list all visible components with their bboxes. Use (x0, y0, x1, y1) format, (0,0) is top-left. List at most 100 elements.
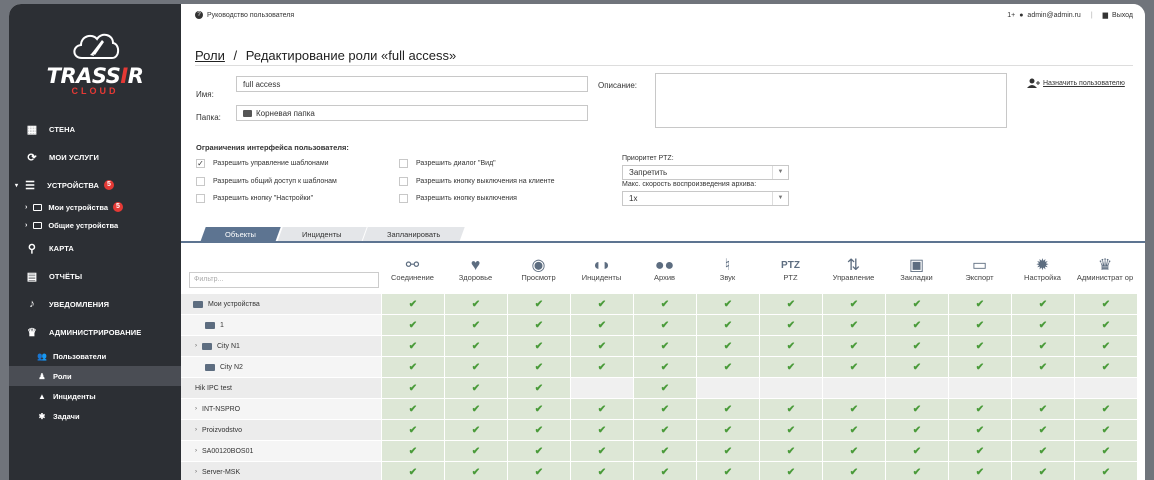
perm-cell[interactable]: ✔ (1074, 462, 1137, 480)
perm-cell[interactable]: ✔ (759, 441, 822, 461)
row-name[interactable]: Мои устройства (181, 294, 381, 314)
help-link[interactable]: ? Руководство пользователя (195, 11, 294, 19)
perm-cell[interactable]: ✔ (633, 399, 696, 419)
perm-cell[interactable] (759, 378, 822, 398)
row-name[interactable]: 1 (181, 315, 381, 335)
checkbox-templates[interactable]: ✓ Разрешить управление шаблонами (196, 159, 329, 168)
perm-cell[interactable]: ✔ (507, 336, 570, 356)
nav-map[interactable]: ⚲ КАРТА (9, 234, 181, 262)
perm-cell[interactable]: ✔ (1011, 357, 1074, 377)
perm-cell[interactable]: ✔ (1011, 294, 1074, 314)
filter-input[interactable]: Фильтр... (189, 272, 379, 288)
perm-cell[interactable]: ✔ (507, 462, 570, 480)
perm-cell[interactable]: ✔ (381, 420, 444, 440)
checkbox-shared-templates[interactable]: Разрешить общий доступ к шаблонам (196, 177, 337, 186)
perm-cell[interactable] (1074, 378, 1137, 398)
perm-cell[interactable]: ✔ (633, 294, 696, 314)
perm-cell[interactable]: ✔ (885, 336, 948, 356)
perm-cell[interactable]: ✔ (822, 399, 885, 419)
folder-field[interactable]: Корневая папка (236, 105, 588, 121)
perm-cell[interactable]: ✔ (822, 357, 885, 377)
perm-cell[interactable]: ✔ (759, 294, 822, 314)
perm-cell[interactable]: ✔ (948, 336, 1011, 356)
nav-devices[interactable]: ▾ ☰ УСТРОЙСТВА 5 (9, 172, 181, 198)
perm-cell[interactable]: ✔ (948, 462, 1011, 480)
perm-cell[interactable]: ✔ (948, 357, 1011, 377)
perm-cell[interactable]: ✔ (507, 378, 570, 398)
perm-cell[interactable]: ✔ (570, 462, 633, 480)
perm-cell[interactable]: ✔ (633, 315, 696, 335)
checkbox-view-dialog[interactable]: Разрешить диалог "Вид" (399, 159, 496, 168)
perm-cell[interactable]: ✔ (822, 420, 885, 440)
perm-cell[interactable]: ✔ (1074, 420, 1137, 440)
nav-roles[interactable]: ♟ Роли (9, 366, 181, 386)
perm-cell[interactable]: ✔ (444, 315, 507, 335)
perm-cell[interactable]: ✔ (885, 357, 948, 377)
checkbox-shared-templates-box[interactable] (196, 177, 205, 186)
perm-cell[interactable]: ✔ (381, 336, 444, 356)
chevron-right-icon[interactable]: › (195, 448, 197, 454)
col-sound[interactable]: ♮ Звук (696, 248, 759, 283)
checkbox-shutdown-box[interactable] (399, 194, 408, 203)
row-name[interactable]: › Server-MSK (181, 462, 381, 480)
nav-tasks[interactable]: ✱ Задачи (9, 406, 181, 426)
perm-cell[interactable]: ✔ (696, 315, 759, 335)
row-name[interactable]: › INT-NSPRO (181, 399, 381, 419)
col-ptz[interactable]: PTZ PTZ (759, 248, 822, 283)
tab-incidents[interactable]: Инциденты (277, 227, 367, 242)
checkbox-view-dialog-box[interactable] (399, 159, 408, 168)
col-settings[interactable]: ✹ Настройка (1011, 248, 1074, 283)
perm-cell[interactable]: ✔ (1074, 357, 1137, 377)
perm-cell[interactable]: ✔ (633, 336, 696, 356)
perm-cell[interactable]: ✔ (1074, 294, 1137, 314)
perm-cell[interactable]: ✔ (885, 462, 948, 480)
chevron-right-icon[interactable]: › (195, 469, 197, 475)
perm-cell[interactable]: ✔ (1074, 399, 1137, 419)
perm-cell[interactable]: ✔ (822, 315, 885, 335)
perm-cell[interactable]: ✔ (885, 399, 948, 419)
perm-cell[interactable]: ✔ (507, 399, 570, 419)
perm-cell[interactable]: ✔ (507, 294, 570, 314)
logo[interactable]: TRASSIR CLOUD (9, 4, 181, 116)
nav-incidents[interactable]: ▲ Инциденты (9, 386, 181, 406)
col-incidents[interactable]: ◖◗ Инциденты (570, 248, 633, 283)
row-name[interactable]: Hik IPC test (181, 378, 381, 398)
perm-cell[interactable] (570, 378, 633, 398)
perm-cell[interactable]: ✔ (948, 441, 1011, 461)
tab-objects[interactable]: Объекты (200, 227, 281, 242)
chevron-right-icon[interactable]: › (195, 427, 197, 433)
name-field[interactable]: full access (236, 76, 588, 92)
nav-admin[interactable]: ♛ АДМИНИСТРИРОВАНИЕ (9, 318, 181, 346)
perm-cell[interactable]: ✔ (570, 294, 633, 314)
assign-user-link[interactable]: Назначить пользователю (1027, 78, 1125, 88)
perm-cell[interactable]: ✔ (444, 399, 507, 419)
col-archive[interactable]: ●● Архив (633, 248, 696, 283)
perm-cell[interactable]: ✔ (696, 357, 759, 377)
perm-cell[interactable]: ✔ (444, 378, 507, 398)
perm-cell[interactable]: ✔ (570, 315, 633, 335)
checkbox-templates-box[interactable]: ✓ (196, 159, 205, 168)
checkbox-settings-button[interactable]: Разрешить кнопку "Настройки" (196, 194, 313, 203)
perm-cell[interactable]: ✔ (381, 399, 444, 419)
nav-my-devices[interactable]: › Мои устройства 5 (9, 198, 181, 216)
row-name[interactable]: › City N1 (181, 336, 381, 356)
perm-cell[interactable]: ✔ (885, 420, 948, 440)
perm-cell[interactable]: ✔ (759, 399, 822, 419)
perm-cell[interactable]: ✔ (444, 462, 507, 480)
nav-notifications[interactable]: ♪ УВЕДОМЛЕНИЯ (9, 290, 181, 318)
nav-users[interactable]: 👥 Пользователи (9, 346, 181, 366)
perm-cell[interactable]: ✔ (1011, 399, 1074, 419)
perm-cell[interactable]: ✔ (1011, 441, 1074, 461)
perm-cell[interactable]: ✔ (1074, 336, 1137, 356)
perm-cell[interactable]: ✔ (444, 441, 507, 461)
perm-cell[interactable]: ✔ (570, 336, 633, 356)
perm-cell[interactable]: ✔ (822, 336, 885, 356)
perm-cell[interactable]: ✔ (570, 357, 633, 377)
perm-cell[interactable] (1011, 378, 1074, 398)
perm-cell[interactable]: ✔ (696, 336, 759, 356)
perm-cell[interactable]: ✔ (759, 357, 822, 377)
perm-cell[interactable]: ✔ (633, 378, 696, 398)
col-export[interactable]: ▭ Экспорт (948, 248, 1011, 283)
perm-cell[interactable]: ✔ (381, 441, 444, 461)
perm-cell[interactable]: ✔ (507, 420, 570, 440)
